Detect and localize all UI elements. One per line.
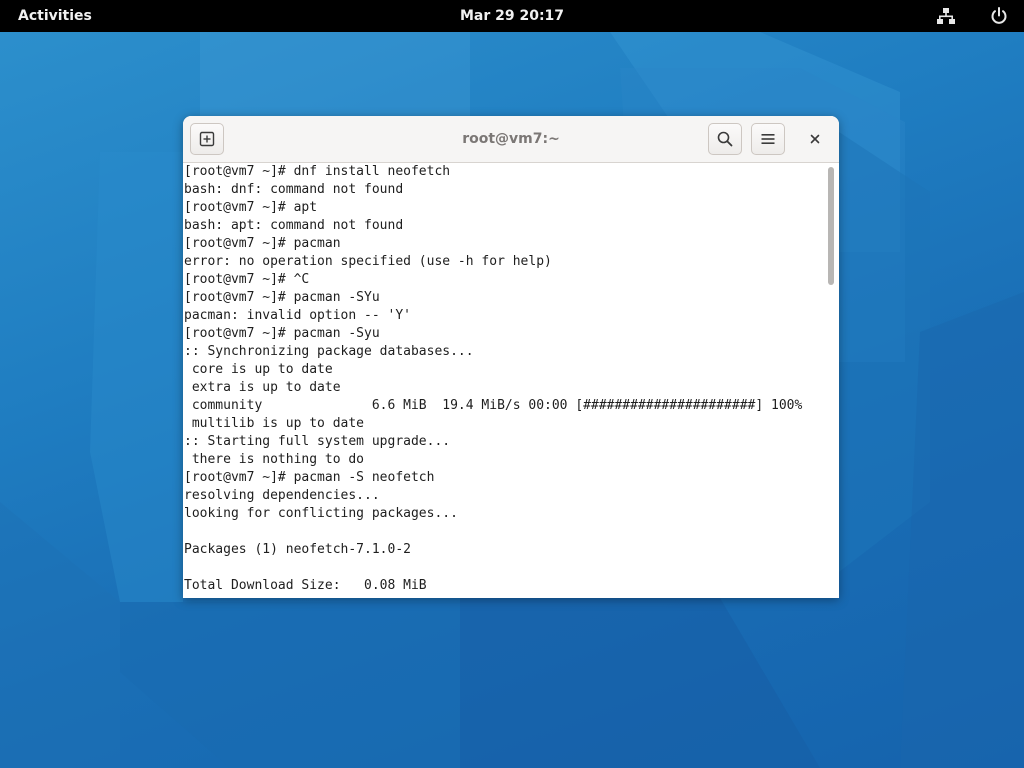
window-headerbar[interactable]: root@vm7:~ [183,116,839,163]
clock-area: Mar 29 20:17 [0,0,1024,32]
activities-button[interactable]: Activities [18,0,92,32]
terminal-line: [root@vm7 ~]# ^C [184,272,310,287]
terminal-line: [root@vm7 ~]# pacman -Syu [184,326,380,341]
terminal-line: community 6.6 MiB 19.4 MiB/s 00:00 [####… [184,398,803,413]
terminal-line: multilib is up to date [184,416,365,431]
terminal-line: there is nothing to do [184,452,365,467]
terminal-line: [root@vm7 ~]# dnf install neofetch [184,164,451,179]
terminal-line: bash: apt: command not found [184,218,404,233]
new-tab-button[interactable] [190,123,224,155]
terminal-line: [root@vm7 ~]# apt [184,200,318,215]
top-bar: Activities Mar 29 20:17 [0,0,1024,32]
search-button[interactable] [708,123,742,155]
close-button[interactable] [805,129,825,149]
terminal-line: Total Download Size: 0.08 MiB [184,578,427,593]
terminal-window: root@vm7:~ [root@vm7 ~]# dnf install neo… [183,116,839,598]
terminal-line: [root@vm7 ~]# pacman -S neofetch [184,470,435,485]
terminal-line: extra is up to date [184,380,341,395]
power-icon[interactable] [989,6,1009,26]
search-icon [717,131,733,147]
close-icon [810,134,820,144]
terminal-line: error: no operation specified (use -h fo… [184,254,552,269]
terminal-line: resolving dependencies... [184,488,380,503]
terminal-line: looking for conflicting packages... [184,506,458,521]
terminal-line: core is up to date [184,362,333,377]
terminal-line: [root@vm7 ~]# pacman [184,236,341,251]
new-tab-icon [199,131,215,147]
hamburger-menu-icon [761,134,775,144]
network-icon[interactable] [936,7,956,25]
scrollbar-thumb[interactable] [828,167,834,285]
terminal-line: :: Synchronizing package databases... [184,344,474,359]
terminal-line: [root@vm7 ~]# pacman -SYu [184,290,380,305]
terminal-line: :: Starting full system upgrade... [184,434,451,449]
terminal-scrollbar[interactable] [823,163,839,598]
terminal-line: pacman: invalid option -- 'Y' [184,308,411,323]
clock-button[interactable]: Mar 29 20:17 [460,8,564,24]
terminal-text[interactable]: [root@vm7 ~]# dnf install neofetch bash: … [183,163,823,595]
terminal-line: Packages (1) neofetch-7.1.0-2 [184,542,411,557]
terminal-line: bash: dnf: command not found [184,182,404,197]
terminal-output[interactable]: [root@vm7 ~]# dnf install neofetch bash: … [183,163,823,598]
menu-button[interactable] [751,123,785,155]
